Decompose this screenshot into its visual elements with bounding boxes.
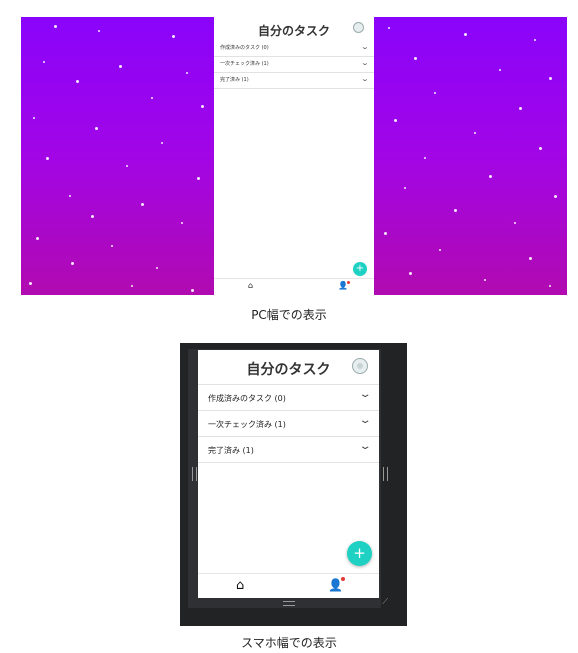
add-task-button[interactable]: +: [347, 541, 372, 566]
pc-view: 自分のタスク 作成済みのタスク (0) ⌄ 一次チェック済み (1) ⌄ 完了済…: [21, 17, 567, 295]
phone-app-window: 自分のタスク 作成済みのタスク (0) ⌄ 一次チェック済み (1) ⌄ 完了済…: [198, 350, 379, 598]
accordion-label: 一次チェック済み (1): [220, 61, 269, 67]
starry-background-left: [21, 17, 214, 295]
user-avatar-icon[interactable]: [352, 358, 368, 374]
accordion-label: 作成済みのタスク (0): [220, 45, 269, 51]
accordion-label: 完了済み (1): [220, 77, 249, 83]
add-task-button[interactable]: +: [353, 262, 367, 276]
bottom-navigation: ⌂ 👤: [198, 573, 379, 598]
home-icon[interactable]: ⌂: [248, 281, 253, 290]
chevron-down-icon[interactable]: ⌄: [361, 43, 370, 51]
chevron-down-icon[interactable]: ⌄: [358, 389, 371, 400]
accordion-created-tasks[interactable]: 作成済みのタスク (0) ⌄: [198, 385, 379, 411]
pc-app-window: 自分のタスク 作成済みのタスク (0) ⌄ 一次チェック済み (1) ⌄ 完了済…: [214, 17, 374, 295]
resize-handle-left[interactable]: [192, 467, 197, 481]
accordion-created-tasks[interactable]: 作成済みのタスク (0) ⌄: [214, 41, 374, 57]
chevron-down-icon[interactable]: ⌄: [361, 59, 370, 67]
notification-dot: [347, 281, 350, 284]
accordion-label: 完了済み (1): [208, 446, 254, 455]
user-avatar-icon[interactable]: [353, 22, 364, 33]
phone-caption: スマホ幅での表示: [241, 636, 337, 650]
accordion-label: 作成済みのタスク (0): [208, 394, 286, 403]
resize-handle-right[interactable]: [383, 467, 388, 481]
accordion-label: 一次チェック済み (1): [208, 420, 286, 429]
resize-corner-icon[interactable]: ⟋: [382, 597, 388, 607]
chevron-down-icon[interactable]: ⌄: [358, 441, 371, 452]
home-icon[interactable]: ⌂: [236, 578, 244, 593]
notification-dot: [341, 577, 345, 581]
app-header: 自分のタスク: [198, 350, 379, 384]
accordion-first-check[interactable]: 一次チェック済み (1) ⌄: [214, 57, 374, 73]
app-header: 自分のタスク: [214, 17, 374, 41]
page-title: 自分のタスク: [257, 24, 330, 38]
pc-caption: PC幅での表示: [251, 308, 327, 322]
accordion-completed[interactable]: 完了済み (1) ⌄: [214, 73, 374, 89]
accordion-first-check[interactable]: 一次チェック済み (1) ⌄: [198, 411, 379, 437]
starry-background-right: [374, 17, 567, 295]
bottom-navigation: ⌂ 👤: [214, 278, 374, 295]
chevron-down-icon[interactable]: ⌄: [361, 75, 370, 83]
accordion-completed[interactable]: 完了済み (1) ⌄: [198, 437, 379, 463]
chevron-down-icon[interactable]: ⌄: [358, 415, 371, 426]
resize-handle-bottom[interactable]: [283, 601, 295, 606]
